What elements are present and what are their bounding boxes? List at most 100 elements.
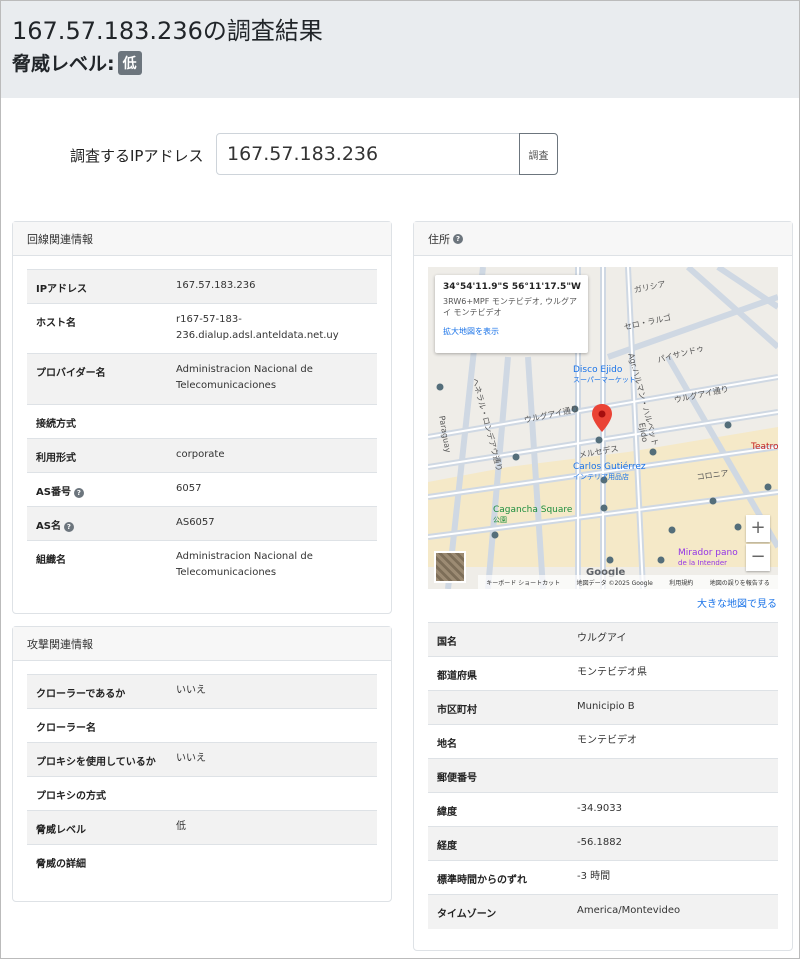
row-value: Municipio B xyxy=(568,690,778,725)
line-info-header: 回線関連情報 xyxy=(13,222,391,256)
address-table: 国名 ウルグアイ 都道府県 モンテビデオ県 市区町村 Municipio B 地名 モンテビデ… xyxy=(428,622,778,929)
terms-link[interactable]: 利用規約 xyxy=(669,578,693,587)
row-key-label: 標準時間からのずれ xyxy=(437,875,527,886)
map-place[interactable]: Disco Ejido スーパーマーケット xyxy=(573,365,636,385)
map-place-name: Cagancha Square xyxy=(493,505,573,515)
table-row: 脅威レベル 低 xyxy=(27,810,377,845)
threat-level: 脅威レベル: 低 xyxy=(12,49,142,76)
row-value: Administracion Nacional de Telecomunicac… xyxy=(167,540,377,592)
help-icon[interactable]: ? xyxy=(63,522,74,532)
map-coords: 34°54'11.9"S 56°11'17.5"W xyxy=(443,282,581,292)
satellite-thumbnail[interactable] xyxy=(434,551,466,583)
line-info-table: IPアドレス 167.57.183.236 ホスト名 r167-57-183- 236… xyxy=(27,269,377,592)
row-key: 郵便番号 xyxy=(428,758,568,793)
row-key: 脅威レベル xyxy=(27,810,167,845)
ip-address-input[interactable] xyxy=(216,133,520,175)
zoom-out-button[interactable]: − xyxy=(746,544,770,571)
larger-map-link[interactable]: 大きな地図で見る xyxy=(697,595,777,610)
row-key-label: クローラー名 xyxy=(36,723,96,734)
row-key-label: クローラーであるか xyxy=(36,689,126,700)
keyboard-shortcuts-link[interactable]: キーボード ショートカット xyxy=(486,578,560,587)
map-place[interactable]: Teatro xyxy=(751,442,778,452)
line-info-title: 回線関連情報 xyxy=(27,232,93,246)
map-place-name: Carlos Gutiérrez xyxy=(573,462,646,472)
row-key: 地名 xyxy=(428,724,568,759)
row-value: 167.57.183.236 xyxy=(167,269,377,304)
row-key: AS番号? xyxy=(27,472,167,507)
row-key: プロバイダー名 xyxy=(27,353,167,405)
table-row: プロバイダー名 Administracion Nacional de Teleco… xyxy=(27,353,377,405)
row-value xyxy=(568,758,778,793)
table-row: 地名 モンテビデオ xyxy=(428,724,778,759)
row-key-label: 地名 xyxy=(437,739,457,750)
table-row: 接続方式 xyxy=(27,404,377,439)
row-key: プロキシを使用しているか xyxy=(27,742,167,777)
row-value: -3 時間 xyxy=(568,860,778,895)
row-key-label: プロキシの方式 xyxy=(36,791,106,802)
row-key-label: AS名 xyxy=(36,521,61,532)
row-value xyxy=(167,708,377,743)
row-key-label: 経度 xyxy=(437,841,457,852)
table-row: ホスト名 r167-57-183- 236.dialup.adsl.antelda… xyxy=(27,303,377,354)
map-plus-code: 3RW6+MPF モンテビデオ, ウルグアイ モンテビデオ xyxy=(443,297,577,317)
row-value: いいえ xyxy=(167,674,377,709)
table-row: IPアドレス 167.57.183.236 xyxy=(27,269,377,304)
row-key: プロキシの方式 xyxy=(27,776,167,811)
row-value: -34.9033 xyxy=(568,792,778,827)
row-value: 低 xyxy=(167,810,377,845)
help-icon[interactable]: ? xyxy=(453,233,463,244)
row-value: AS6057 xyxy=(167,506,377,541)
map-attribution: キーボード ショートカット 地図データ ©2025 Google 利用規約 地図… xyxy=(478,575,778,589)
row-key: 市区町村 xyxy=(428,690,568,725)
row-key-label: ホスト名 xyxy=(36,318,76,329)
report-error-link[interactable]: 地図の誤りを報告する xyxy=(710,578,770,587)
table-row: 市区町村 Municipio B xyxy=(428,690,778,725)
search-button[interactable]: 調査 xyxy=(519,133,558,175)
table-row: 経度 -56.1882 xyxy=(428,826,778,861)
row-key-label: 利用形式 xyxy=(36,453,76,464)
row-key: 標準時間からのずれ xyxy=(428,860,568,895)
table-row: クローラーであるか いいえ xyxy=(27,674,377,709)
row-key-label: AS番号 xyxy=(36,487,71,498)
threat-level-label: 脅威レベル: xyxy=(12,53,115,75)
attack-info-header: 攻撃関連情報 xyxy=(13,627,391,661)
row-key: クローラー名 xyxy=(27,708,167,743)
address-header: 住所? xyxy=(414,222,792,256)
table-row: AS番号? 6057 xyxy=(27,472,377,507)
row-key-label: 接続方式 xyxy=(36,419,76,430)
row-value xyxy=(167,404,377,439)
row-key-label: プロバイダー名 xyxy=(36,368,106,379)
row-key-label: 郵便番号 xyxy=(437,773,477,784)
map-place[interactable]: Carlos Gutiérrez インテリア用品店 xyxy=(573,462,646,482)
table-row: 組織名 Administracion Nacional de Telecomuni… xyxy=(27,540,377,592)
row-value: モンテビデオ xyxy=(568,724,778,759)
map-place[interactable]: Cagancha Square 公園 xyxy=(493,505,572,525)
row-key-label: タイムゾーン xyxy=(437,909,497,920)
row-value: -56.1882 xyxy=(568,826,778,861)
table-row: 郵便番号 xyxy=(428,758,778,793)
map-place-name: Mirador pano xyxy=(678,548,738,558)
table-row: 標準時間からのずれ -3 時間 xyxy=(428,860,778,895)
threat-level-badge: 低 xyxy=(117,50,142,75)
row-key-label: 脅威の詳細 xyxy=(36,859,86,870)
row-key: ホスト名 xyxy=(27,303,167,354)
map-pin-icon[interactable] xyxy=(592,404,612,432)
map[interactable]: ウルグアイ通り メルセデス セロ・ラルゴ ガリシア パイサンドゥ ヘネラル・ロンデアウ通り… xyxy=(428,267,778,589)
row-value: いいえ xyxy=(167,742,377,777)
map-data-text: 地図データ ©2025 Google xyxy=(576,579,653,587)
table-row: タイムゾーン America/Montevideo xyxy=(428,894,778,929)
attack-info-title: 攻撃関連情報 xyxy=(27,637,93,651)
row-value: モンテビデオ県 xyxy=(568,656,778,691)
address-title: 住所 xyxy=(428,232,450,246)
map-enlarge-link[interactable]: 拡大地図を表示 xyxy=(443,326,580,337)
map-place[interactable]: Mirador pano de la Intender xyxy=(678,548,738,568)
table-row: プロキシの方式 xyxy=(27,776,377,811)
row-key-label: プロキシを使用しているか xyxy=(36,757,156,768)
zoom-in-button[interactable]: + xyxy=(746,515,770,542)
map-place-name: Teatro xyxy=(751,442,778,452)
row-key: IPアドレス xyxy=(27,269,167,304)
row-key-label: 国名 xyxy=(437,637,457,648)
help-icon[interactable]: ? xyxy=(73,488,84,498)
map-place-category: 公園 xyxy=(493,516,507,524)
row-value: Administracion Nacional de Telecomunicac… xyxy=(167,353,377,405)
